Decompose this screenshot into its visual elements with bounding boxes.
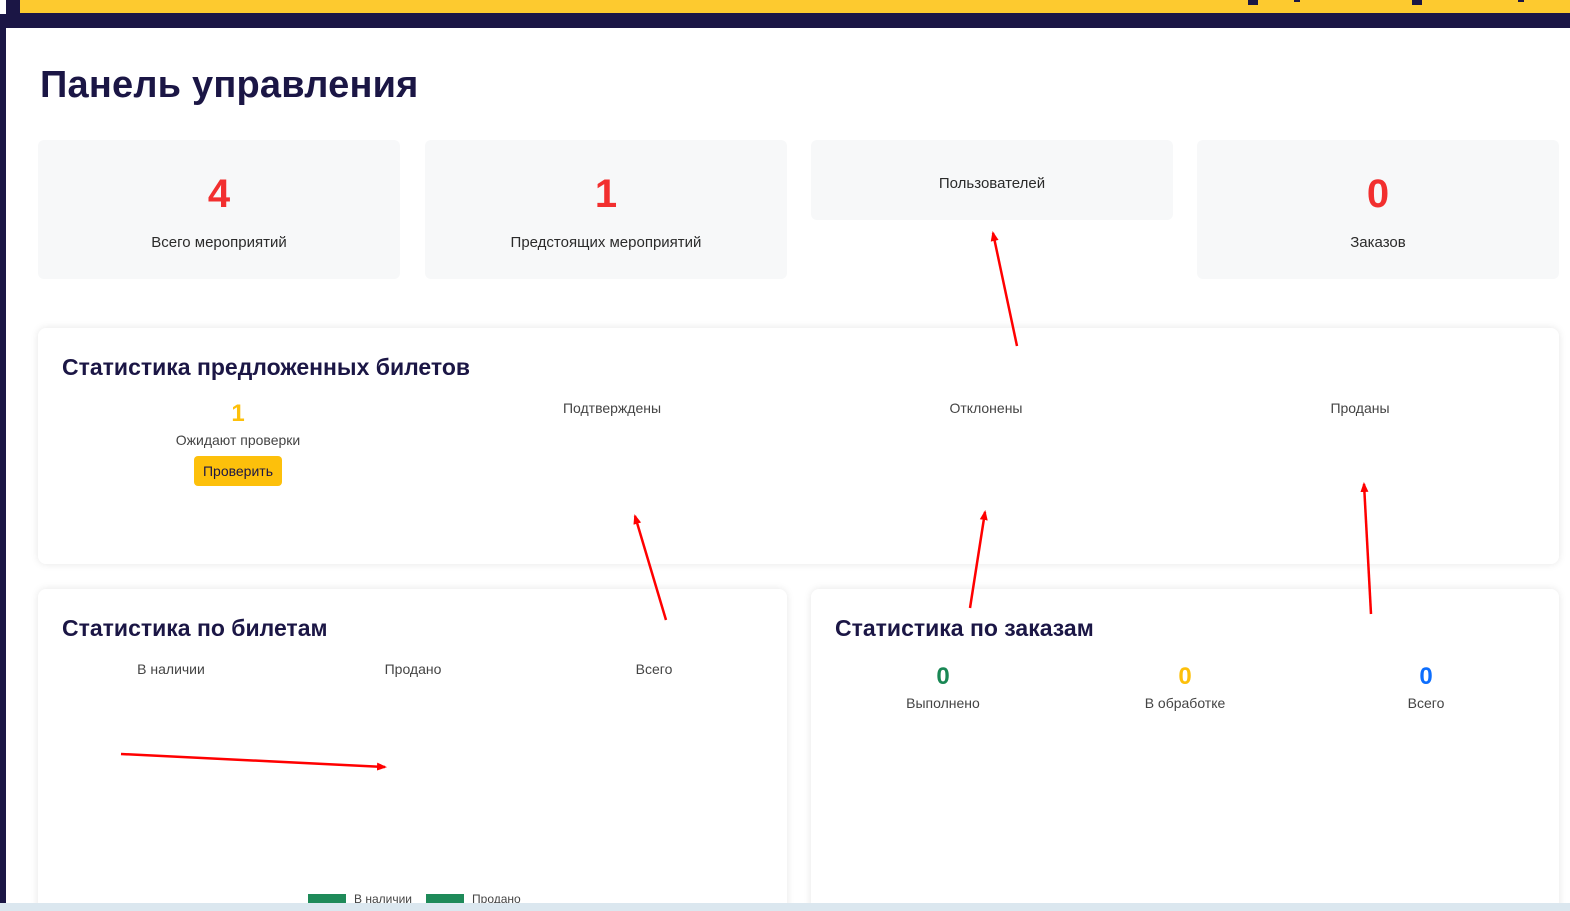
pending-column: 1 Ожидают проверки Проверить — [138, 400, 338, 486]
orders-label: Заказов — [1350, 234, 1406, 251]
confirmed-column: Подтверждены — [512, 400, 712, 416]
orders-processing-column: 0 В обработке — [1085, 663, 1285, 711]
logout-link-fragment[interactable] — [1518, 0, 1524, 2]
ticket-sold-label: Продано — [384, 661, 442, 677]
pending-label: Ожидают проверки — [175, 432, 301, 448]
orders-total-column: 0 Всего — [1326, 663, 1526, 711]
ticket-available-label: В наличии — [137, 661, 205, 677]
orders-done-value: 0 — [936, 663, 950, 690]
header-bar — [20, 0, 1570, 13]
orders-done-label: Выполнено — [906, 695, 980, 711]
order-stats-title: Статистика по заказам — [835, 615, 1094, 641]
total-events-label: Всего мероприятий — [151, 234, 287, 251]
offered-tickets-panel: Статистика предложенных билетов 1 Ожидаю… — [38, 328, 1559, 564]
order-stats-panel: Статистика по заказам 0 Выполнено 0 В об… — [811, 589, 1559, 911]
pending-value: 1 — [231, 400, 245, 427]
horizontal-scrollbar[interactable] — [0, 903, 1570, 911]
upcoming-events-label: Предстоящих мероприятий — [510, 234, 702, 251]
ticket-stats-title: Статистика по билетам — [62, 615, 328, 641]
sold-label: Проданы — [1330, 400, 1390, 416]
profile-link-fragment[interactable] — [1294, 0, 1300, 2]
orders-processing-value: 0 — [1178, 663, 1192, 690]
window-corner — [0, 0, 6, 14]
logout-icon[interactable] — [1412, 0, 1422, 5]
confirmed-label: Подтверждены — [562, 400, 662, 416]
ticket-total-label: Всего — [635, 661, 673, 677]
sold-column: Проданы — [1260, 400, 1460, 416]
verify-button[interactable]: Проверить — [193, 456, 282, 486]
upcoming-events-value: 1 — [594, 172, 618, 216]
rejected-column: Отклонены — [886, 400, 1086, 416]
users-label: Пользователей — [938, 175, 1046, 192]
orders-done-column: 0 Выполнено — [843, 663, 1043, 711]
page-title: Панель управления — [40, 64, 419, 106]
rejected-label: Отклонены — [949, 400, 1023, 416]
offered-tickets-title: Статистика предложенных билетов — [62, 354, 471, 380]
total-events-value: 4 — [207, 172, 231, 216]
card-orders: 0 Заказов — [1197, 140, 1559, 279]
orders-total-label: Всего — [1407, 695, 1445, 711]
ticket-total-column: Всего — [554, 661, 754, 677]
card-total-events: 4 Всего мероприятий — [38, 140, 400, 279]
orders-total-value: 0 — [1419, 663, 1433, 690]
ticket-sold-column: Продано — [313, 661, 513, 677]
card-users: Пользователей — [811, 140, 1173, 220]
main-content: Панель управления 4 Всего мероприятий 1 … — [6, 28, 1570, 911]
ticket-stats-panel: Статистика по билетам В наличии Продано … — [38, 589, 787, 911]
orders-processing-label: В обработке — [1144, 695, 1226, 711]
orders-value: 0 — [1366, 172, 1390, 216]
profile-icon[interactable] — [1248, 0, 1258, 5]
ticket-available-column: В наличии — [71, 661, 271, 677]
card-upcoming-events: 1 Предстоящих мероприятий — [425, 140, 787, 279]
